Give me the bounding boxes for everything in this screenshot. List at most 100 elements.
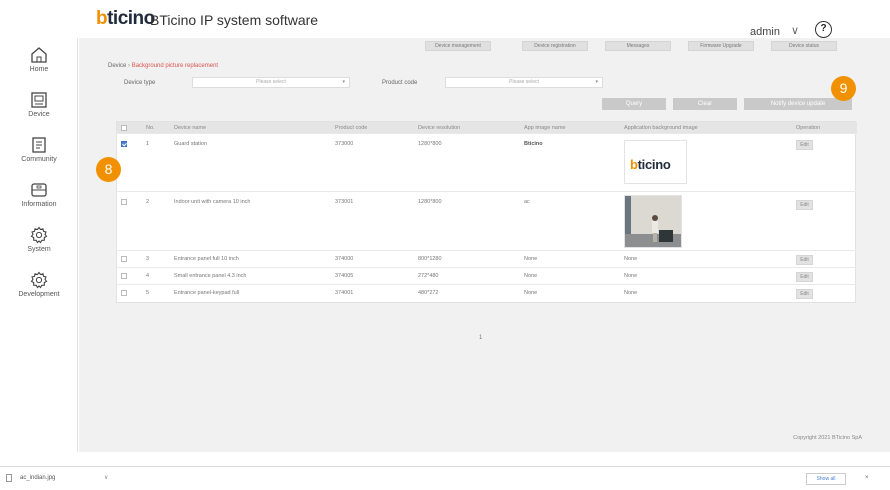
download-file-name[interactable]: ac_indian.jpg [20,475,55,481]
column-header: App image name [524,125,566,131]
sidebar: Home Device Community Information System… [0,38,78,452]
home-icon [31,47,47,63]
row-background: None [624,273,638,279]
row-image-name: ac [524,199,530,205]
row-device-name: Entrance panel full 10 inch [174,256,239,262]
help-button[interactable]: ? [815,21,832,38]
close-icon[interactable]: × [865,475,869,481]
row-resolution: 1280*800 [418,199,442,205]
sidebar-item-label: Device [28,111,50,118]
sidebar-item-label: Home [29,66,49,73]
row-checkbox[interactable] [121,199,127,205]
table-row: 2 Indoor unit with camera 10 inch 373001… [117,192,857,251]
row-product-code: 374005 [335,273,354,279]
bticino-logo: bticino [96,8,155,29]
edit-button[interactable]: Edit [796,272,813,282]
product-code-label: Product code [382,80,418,86]
query-button[interactable]: Query [602,98,666,110]
row-device-name: Guard station [174,141,208,147]
app-window: bticino BTicino IP system software admin… [0,0,890,490]
device-icon [31,92,47,108]
row-product-code: 373001 [335,199,354,205]
show-all-button[interactable]: Show all [806,473,846,485]
row-checkbox[interactable] [121,141,127,147]
row-no: 4 [146,273,150,279]
photo-image [625,196,681,247]
device-status-button[interactable]: Device status [771,41,837,51]
row-image-name: Bticino [524,141,543,147]
sidebar-item-system[interactable]: System [0,226,78,270]
row-image-name: None [524,256,538,262]
callout-badge: 8 [96,157,121,182]
chevron-down-icon[interactable]: ∨ [104,474,108,481]
row-device-name: Entrance panel-keypad full [174,290,240,296]
column-header: Device name [174,125,207,131]
sidebar-item-information[interactable]: Information [0,181,78,225]
device-table: No. Device name Product code Device reso… [116,121,857,303]
file-icon [6,474,12,482]
top-toolbar: Device management Device registration Me… [79,38,890,54]
row-background: None [624,290,638,296]
sidebar-item-device[interactable]: Device [0,91,78,135]
row-checkbox[interactable] [121,273,127,279]
header: bticino BTicino IP system software admin… [0,0,890,38]
sidebar-item-label: Information [21,201,57,208]
row-resolution: 272*480 [418,273,439,279]
breadcrumb-root[interactable]: Device [108,63,126,69]
edit-button[interactable]: Edit [796,255,813,265]
row-product-code: 374000 [335,256,354,262]
edit-button[interactable]: Edit [796,140,813,150]
sidebar-item-community[interactable]: Community [0,136,78,180]
chevron-right-icon: › [128,63,131,69]
row-resolution: 800*1280 [418,256,442,262]
device-type-label: Device type [124,80,156,86]
sidebar-item-home[interactable]: Home [0,46,78,90]
edit-button[interactable]: Edit [796,200,813,210]
download-bar: ac_indian.jpg ∨ Show all × [0,466,890,490]
product-code-select[interactable]: Please select ▾ [445,77,603,88]
row-device-name: Small entrance panel 4.3 inch [174,273,247,279]
select-all-checkbox[interactable] [121,125,127,131]
edit-button[interactable]: Edit [796,289,813,299]
chevron-down-icon[interactable]: ∨ [791,24,799,37]
row-no: 5 [146,290,150,296]
table-row: 5 Entrance panel-keypad full 374001 480*… [117,285,857,302]
chevron-down-icon: ▾ [595,79,598,85]
row-no: 1 [146,141,150,147]
row-image-name: None [524,273,538,279]
column-header: Operation [796,125,821,131]
column-header: No. [146,125,155,131]
row-no: 2 [146,199,150,205]
table-row: 1 Guard station 373000 1280*800 Bticino … [117,134,857,192]
device-management-button[interactable]: Device management [425,41,491,51]
firmware-upgrade-button[interactable]: Firmware Upgrade [688,41,754,51]
sidebar-item-label: Community [21,156,57,163]
row-no: 3 [146,256,150,262]
app-title: BTicino IP system software [150,12,319,28]
user-menu[interactable]: admin [750,26,780,38]
row-image-name: None [524,290,538,296]
development-gear-icon [30,271,48,289]
notify-device-update-button[interactable]: Notify device update [744,98,852,110]
table-row: 3 Entrance panel full 10 inch 374000 800… [117,251,857,268]
row-checkbox[interactable] [121,290,127,296]
breadcrumb-current: Background picture replacement [131,63,219,69]
device-type-select[interactable]: Please select ▾ [192,77,350,88]
community-icon [32,137,46,153]
clear-button[interactable]: Clear [673,98,737,110]
messages-button[interactable]: Messages [605,41,671,51]
row-resolution: 1280*800 [418,141,442,147]
system-gear-icon [30,226,48,244]
sidebar-item-development[interactable]: Development [0,271,78,315]
sidebar-item-label: Development [18,291,60,298]
pagination-page[interactable]: 1 [479,335,482,341]
row-checkbox[interactable] [121,256,127,262]
chevron-down-icon: ▾ [342,79,345,85]
table-row: 4 Small entrance panel 4.3 inch 374005 2… [117,268,857,285]
device-registration-button[interactable]: Device registration [522,41,588,51]
row-product-code: 373000 [335,141,354,147]
information-icon [31,183,47,197]
product-code-placeholder: Please select [509,79,539,85]
table-header-row: No. Device name Product code Device reso… [117,122,857,134]
breadcrumb: Device › Background picture replacement [108,63,218,69]
